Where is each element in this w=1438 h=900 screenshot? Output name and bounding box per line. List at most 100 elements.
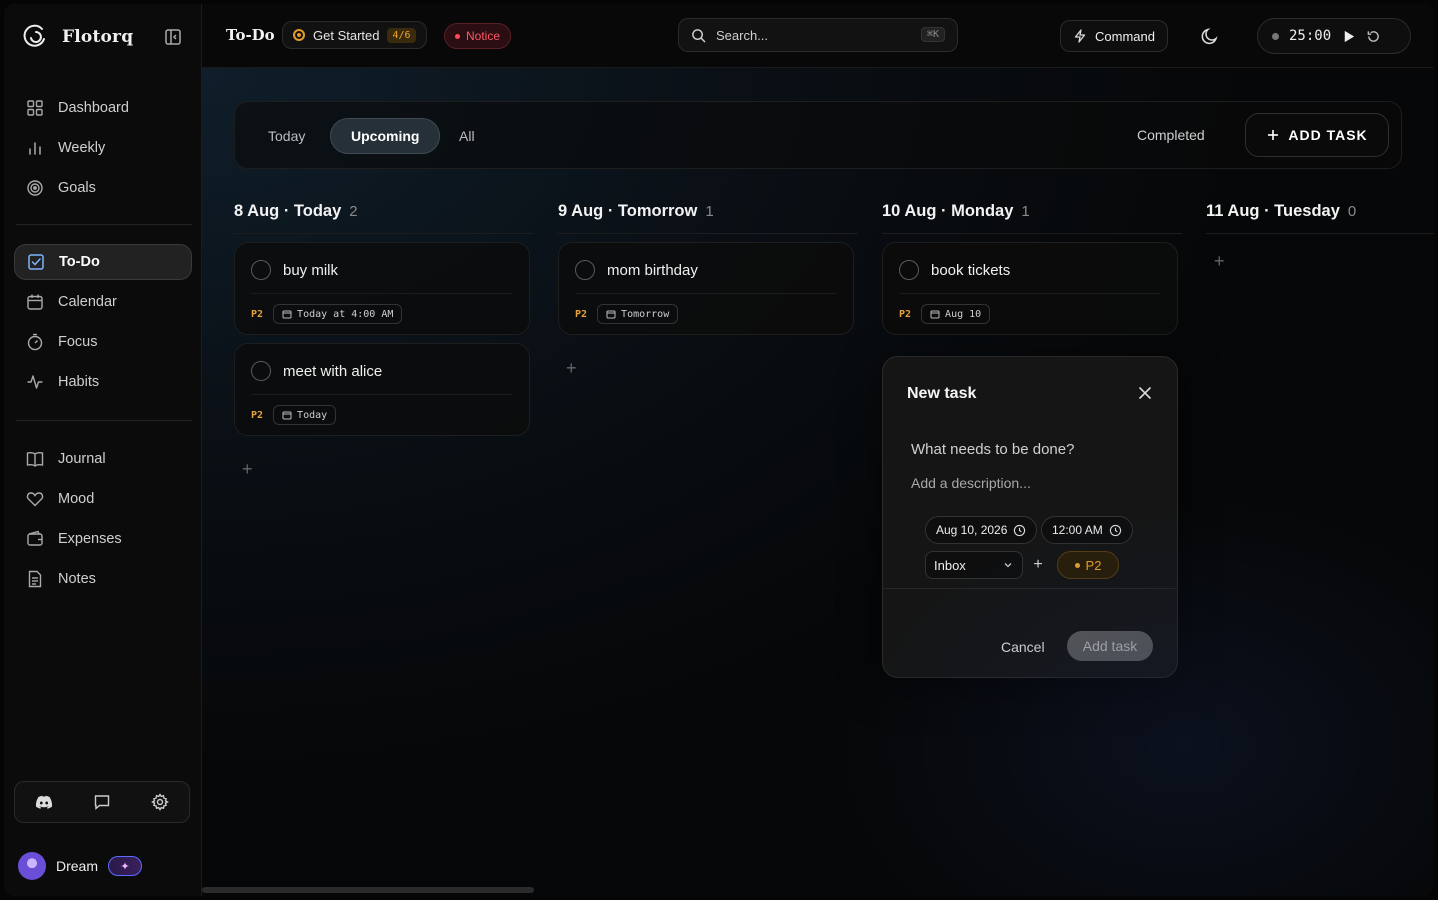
task-card[interactable]: buy milk P2 Today at 4:00 AM (234, 242, 530, 335)
sidebar-item-journal[interactable]: Journal (14, 441, 192, 477)
sidebar-item-label: Notes (58, 571, 96, 587)
nav-divider (16, 224, 192, 225)
task-checkbox[interactable] (575, 260, 595, 280)
time-value: 12:00 AM (1052, 523, 1103, 537)
task-checkbox[interactable] (251, 260, 271, 280)
sidebar-item-weekly[interactable]: Weekly (14, 130, 192, 166)
sidebar-item-label: To-Do (59, 254, 100, 270)
sidebar-item-label: Journal (58, 451, 106, 467)
column-day: Tomorrow (617, 202, 698, 220)
sidebar-item-expenses[interactable]: Expenses (14, 521, 192, 557)
close-icon[interactable] (1137, 385, 1153, 401)
task-description-input[interactable] (911, 475, 1151, 491)
brand[interactable]: Flotorq (22, 24, 133, 50)
due-date: Today (297, 409, 328, 421)
play-icon[interactable] (1341, 29, 1356, 44)
settings-icon[interactable] (151, 793, 169, 811)
sidebar-item-label: Calendar (58, 294, 117, 310)
sidebar-item-habits[interactable]: Habits (14, 364, 192, 400)
calendar-icon (606, 310, 616, 319)
priority-select[interactable]: P2 (1057, 551, 1119, 579)
plan-badge[interactable]: ✦ (108, 856, 143, 876)
add-task-inline-button[interactable]: + (566, 359, 580, 377)
task-card[interactable]: book tickets P2 Aug 10 (882, 242, 1178, 335)
column-header: 11 Aug · Tuesday 0 (1206, 202, 1434, 234)
brand-name: Flotorq (62, 27, 134, 47)
calendar-icon (282, 411, 292, 420)
footer-tools (14, 781, 190, 823)
add-task-submit-button[interactable]: Add task (1067, 631, 1153, 661)
sidebar-item-label: Weekly (58, 140, 106, 156)
cancel-button[interactable]: Cancel (1001, 639, 1045, 655)
get-started-progress: 4/6 (387, 27, 416, 43)
discord-icon[interactable] (35, 793, 53, 811)
column-header: 8 Aug · Today 2 (234, 202, 534, 234)
task-card[interactable]: mom birthday P2 Tomorrow (558, 242, 854, 335)
column-date: 8 Aug (234, 202, 280, 220)
sidebar-item-dashboard[interactable]: Dashboard (14, 90, 192, 126)
search-input[interactable] (716, 27, 896, 43)
wallet-icon (27, 530, 43, 546)
priority-label: P2 (899, 308, 912, 320)
sidebar-item-label: Goals (58, 180, 96, 196)
task-card[interactable]: meet with alice P2 Today (234, 343, 530, 436)
task-checkbox[interactable] (899, 260, 919, 280)
sidebar-item-focus[interactable]: Focus (14, 324, 192, 360)
command-button[interactable]: Command (1060, 20, 1168, 52)
calendar-icon (27, 294, 43, 310)
heart-icon (26, 492, 44, 507)
sidebar-item-label: Expenses (58, 531, 122, 547)
due-date-chip[interactable]: Today (273, 405, 337, 425)
add-task-inline-button[interactable]: + (242, 460, 256, 478)
completed-link[interactable]: Completed (1137, 127, 1205, 143)
sidebar-item-label: Habits (58, 374, 100, 390)
sidebar-item-calendar[interactable]: Calendar (14, 284, 192, 320)
due-date: Today at 4:00 AM (297, 308, 394, 320)
notice-badge[interactable]: Notice (444, 23, 512, 49)
day-column: 9 Aug · Tomorrow 1 mom birthday P2 Tomor… (558, 202, 858, 377)
horizontal-scrollbar[interactable] (202, 887, 534, 893)
day-column: 10 Aug · Monday 1 book tickets P2 Aug 10 (882, 202, 1182, 335)
tab-upcoming[interactable]: Upcoming (330, 118, 441, 154)
timer-icon (27, 333, 43, 351)
add-project-button[interactable]: + (1027, 553, 1049, 577)
add-task-inline-button[interactable]: + (1214, 252, 1228, 270)
due-date-chip[interactable]: Aug 10 (921, 304, 991, 324)
sidebar: Flotorq Dashboard Weekly Goals To-Do Cal… (4, 4, 202, 896)
sidebar-item-todo[interactable]: To-Do (14, 244, 192, 280)
priority-label: P2 (575, 308, 588, 320)
progress-ring-icon (293, 29, 305, 41)
priority-dot-icon (1074, 562, 1080, 568)
get-started-button[interactable]: Get Started 4/6 (282, 21, 427, 49)
date-picker[interactable]: Aug 10, 2026 (925, 516, 1038, 544)
nav-secondary: To-Do Calendar Focus Habits (14, 244, 192, 404)
column-header: 9 Aug · Tomorrow 1 (558, 202, 858, 234)
calendar-icon (930, 310, 940, 319)
sidebar-item-goals[interactable]: Goals (14, 170, 192, 206)
due-date-chip[interactable]: Tomorrow (597, 304, 679, 324)
sidebar-item-mood[interactable]: Mood (14, 481, 192, 517)
feedback-icon[interactable] (93, 793, 111, 811)
sidebar-item-notes[interactable]: Notes (14, 561, 192, 597)
user-profile[interactable]: Dream ✦ (18, 852, 143, 880)
tab-today[interactable]: Today (248, 118, 325, 154)
task-checkbox[interactable] (251, 361, 271, 381)
plus-icon (1268, 130, 1279, 140)
reset-icon[interactable] (1366, 29, 1381, 44)
new-task-dialog: New task Aug 10, 2026 12:00 AM Inbox + P… (882, 356, 1178, 678)
column-day: Today (293, 202, 342, 220)
add-task-button[interactable]: ADD TASK (1245, 113, 1389, 157)
due-date-chip[interactable]: Today at 4:00 AM (273, 304, 403, 324)
nav-primary: Dashboard Weekly Goals (14, 90, 192, 210)
nav-tertiary: Journal Mood Expenses Notes (14, 441, 192, 601)
moon-icon[interactable] (1200, 26, 1220, 46)
collapse-sidebar-icon[interactable] (164, 28, 182, 46)
project-select[interactable]: Inbox (925, 551, 1023, 579)
tab-all[interactable]: All (439, 118, 495, 154)
time-picker[interactable]: 12:00 AM (1041, 516, 1133, 544)
nav-divider (16, 420, 192, 421)
due-date: Tomorrow (621, 308, 670, 320)
priority-label: P2 (251, 409, 264, 421)
search-box[interactable]: ⌘K (678, 18, 958, 52)
task-title-input[interactable] (911, 441, 1151, 458)
